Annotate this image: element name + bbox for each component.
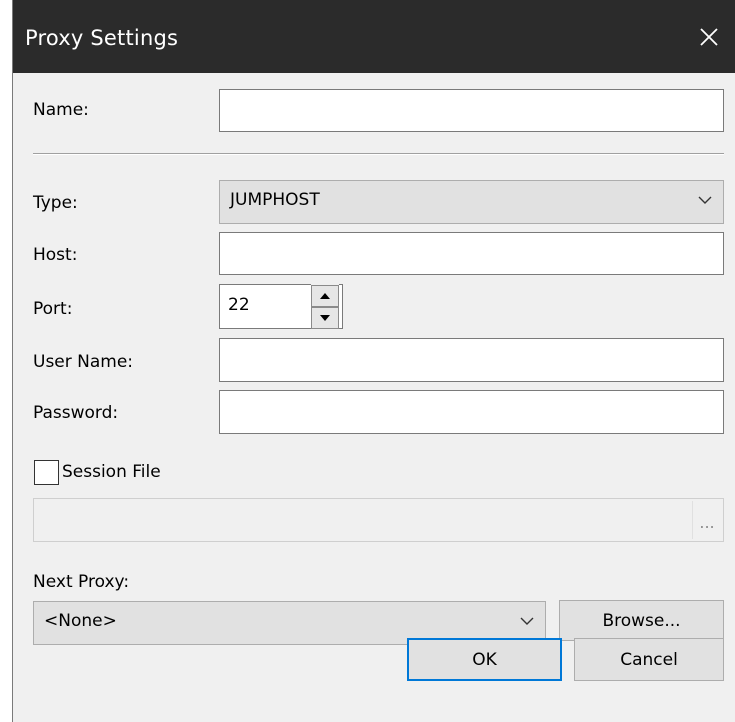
- password-label: Password:: [33, 403, 119, 423]
- username-input[interactable]: [219, 338, 724, 382]
- chevron-down-icon: [698, 196, 712, 204]
- next-proxy-label: Next Proxy:: [33, 572, 130, 592]
- next-proxy-value: <None>: [44, 611, 117, 631]
- chevron-down-icon: [520, 617, 534, 625]
- name-input[interactable]: [219, 89, 724, 132]
- session-file-label[interactable]: Session File: [62, 462, 161, 482]
- host-input[interactable]: [219, 232, 724, 275]
- dialog-title: Proxy Settings: [25, 26, 179, 50]
- type-select[interactable]: JUMPHOST: [219, 180, 724, 224]
- port-label: Port:: [33, 299, 73, 319]
- session-file-checkbox[interactable]: [34, 460, 59, 485]
- ok-button[interactable]: OK: [407, 638, 562, 681]
- session-file-path-field: ...: [33, 498, 724, 542]
- title-bar: Proxy Settings: [13, 0, 735, 73]
- host-label: Host:: [33, 245, 78, 265]
- close-button[interactable]: [683, 0, 735, 73]
- triangle-up-icon: [320, 293, 330, 299]
- triangle-down-icon: [320, 315, 330, 321]
- port-value[interactable]: 22: [228, 295, 250, 315]
- browse-button[interactable]: Browse...: [559, 600, 724, 641]
- close-icon: [700, 27, 718, 46]
- name-label: Name:: [33, 100, 89, 120]
- session-file-browse-button: ...: [692, 501, 721, 539]
- separator: [33, 153, 724, 155]
- proxy-settings-dialog: Proxy Settings Name: Type: JUMPHOST Host…: [12, 0, 735, 722]
- cancel-button[interactable]: Cancel: [574, 638, 724, 681]
- port-increment-button[interactable]: [311, 285, 339, 307]
- type-label: Type:: [33, 193, 78, 213]
- port-decrement-button[interactable]: [311, 307, 339, 329]
- type-value: JUMPHOST: [230, 190, 320, 210]
- username-label: User Name:: [33, 352, 134, 372]
- password-input[interactable]: [219, 390, 724, 434]
- port-spinner: [311, 284, 339, 332]
